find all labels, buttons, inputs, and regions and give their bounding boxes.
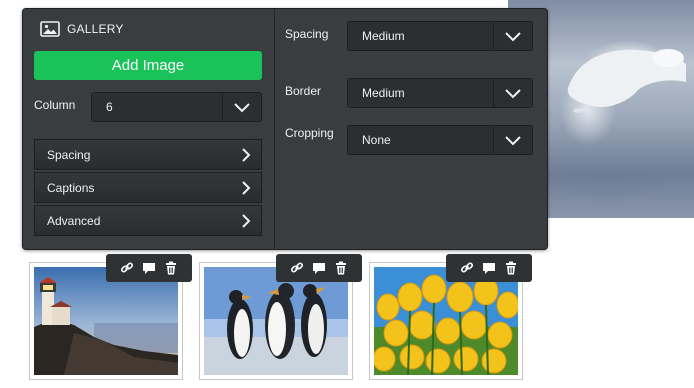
link-icon[interactable]	[460, 261, 474, 275]
trash-icon[interactable]	[164, 261, 178, 275]
column-select-value: 6	[106, 100, 113, 114]
tulips-image	[374, 267, 518, 375]
accordion-captions-label: Captions	[47, 180, 95, 195]
thumbnail-toolbar	[106, 254, 192, 282]
caption-icon[interactable]	[142, 261, 156, 275]
cropping-select-value: None	[362, 133, 391, 147]
panel-title-text: GALLERY	[67, 22, 124, 36]
chevron-down-icon	[493, 79, 532, 107]
border-select-value: Medium	[362, 86, 405, 100]
chevron-right-icon	[231, 180, 261, 195]
penguins-image	[204, 267, 348, 375]
cropping-select[interactable]: None	[347, 125, 533, 155]
accordion-spacing-label: Spacing	[47, 147, 91, 162]
cropping-label: Cropping	[285, 126, 334, 140]
accordion-spacing[interactable]: Spacing	[34, 139, 262, 170]
link-icon[interactable]	[120, 261, 134, 275]
chevron-right-icon	[231, 213, 261, 228]
accordion-advanced-label: Advanced	[47, 213, 101, 228]
panel-title: GALLERY	[40, 20, 124, 38]
caption-icon[interactable]	[312, 261, 326, 275]
thumbnail-toolbar	[276, 254, 362, 282]
chevron-down-icon	[493, 22, 532, 50]
chevron-down-icon	[493, 126, 532, 154]
spacing-select[interactable]: Medium	[347, 21, 533, 51]
accordion-advanced[interactable]: Advanced	[34, 205, 262, 236]
image-icon	[40, 21, 60, 37]
chevron-down-icon	[222, 93, 261, 121]
column-select[interactable]: 6	[91, 92, 262, 122]
add-image-button[interactable]: Add Image	[34, 51, 262, 80]
border-label: Border	[285, 84, 322, 98]
border-select[interactable]: Medium	[347, 78, 533, 108]
link-icon[interactable]	[290, 261, 304, 275]
lighthouse-image	[34, 267, 178, 375]
trash-icon[interactable]	[504, 261, 518, 275]
panel-divider	[274, 9, 275, 248]
column-label: Column	[34, 98, 76, 112]
thumbnail-toolbar	[446, 254, 532, 282]
trash-icon[interactable]	[334, 261, 348, 275]
chevron-right-icon	[231, 147, 261, 162]
polar-bear-image	[567, 49, 686, 113]
spacing-label: Spacing	[285, 27, 329, 41]
accordion-captions[interactable]: Captions	[34, 172, 262, 203]
caption-icon[interactable]	[482, 261, 496, 275]
spacing-select-value: Medium	[362, 29, 405, 43]
